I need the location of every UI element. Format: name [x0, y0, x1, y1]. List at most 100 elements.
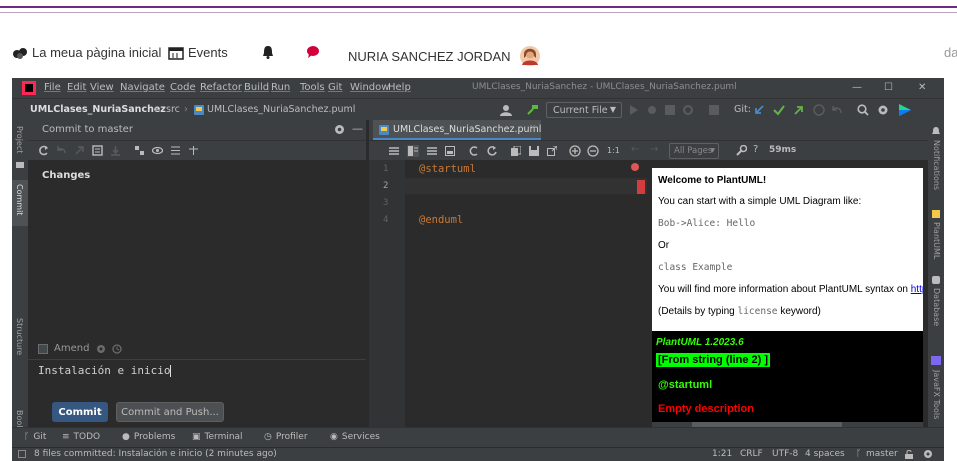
split-layout-icon[interactable]	[407, 145, 419, 157]
git-commit-check-icon[interactable]	[773, 104, 785, 116]
amend-checkbox[interactable]	[38, 344, 48, 354]
copy-diagram-icon[interactable]	[511, 146, 521, 156]
collapse-all-icon[interactable]	[188, 145, 199, 156]
show-diff-icon[interactable]	[92, 145, 103, 156]
expand-all-icon[interactable]	[170, 145, 181, 156]
view-options-eye-icon[interactable]	[152, 145, 163, 156]
indent-setting[interactable]: 4 spaces	[805, 449, 845, 459]
hide-panel-icon[interactable]: —	[352, 122, 363, 135]
horizontal-layout-icon[interactable]	[427, 146, 437, 156]
status-message[interactable]: 8 files committed: Instalación e inicio …	[34, 449, 277, 459]
code-area[interactable]: @startuml @enduml	[405, 160, 647, 427]
minimize-button[interactable]: —	[852, 82, 862, 93]
menu-file[interactable]: File	[44, 82, 61, 93]
menu-help[interactable]: Help	[388, 82, 411, 93]
inspection-icon[interactable]	[922, 449, 934, 460]
notifications-button[interactable]	[262, 45, 274, 59]
gear-icon[interactable]	[877, 104, 889, 116]
structure-tab[interactable]: Structure	[15, 318, 24, 355]
shelve-icon[interactable]	[110, 145, 121, 156]
menu-run[interactable]: Run	[271, 82, 290, 93]
tool-window-todo[interactable]: ≡ TODO	[62, 432, 100, 442]
events-link[interactable]: Events	[168, 45, 228, 60]
rollback-icon[interactable]	[831, 104, 843, 116]
stop-icon[interactable]	[709, 105, 719, 115]
search-icon[interactable]	[857, 104, 869, 116]
zoom-out-icon[interactable]	[587, 145, 599, 157]
tool-window-profiler[interactable]: ◷ Profiler	[264, 432, 308, 442]
notifications-tab[interactable]: Notifications	[932, 140, 941, 190]
menu-git[interactable]: Git	[328, 82, 342, 93]
git-push-icon[interactable]	[793, 104, 805, 116]
debug-icon[interactable]	[647, 105, 657, 115]
breadcrumb-file[interactable]: UMLClases_NuriaSanchez.puml	[207, 104, 355, 115]
refresh-icon[interactable]	[38, 145, 49, 156]
error-stripe-marker[interactable]	[637, 180, 645, 194]
rollback-icon[interactable]	[56, 145, 67, 156]
menu-view[interactable]: View	[90, 82, 114, 93]
close-button[interactable]: ✕	[918, 82, 926, 93]
breadcrumb-project[interactable]: UMLClases_NuriaSanchez	[30, 104, 166, 115]
menu-tools[interactable]: Tools	[300, 82, 325, 93]
menu-edit[interactable]: Edit	[67, 82, 86, 93]
save-diagram-icon[interactable]	[529, 146, 539, 156]
tool-window-services[interactable]: ◉ Services	[330, 432, 380, 442]
editor-only-layout-icon[interactable]	[389, 146, 399, 156]
project-tab[interactable]: Project	[15, 126, 24, 153]
bell-icon[interactable]	[931, 126, 941, 136]
menu-refactor[interactable]: Refactor	[200, 82, 242, 93]
refresh-icon[interactable]	[487, 146, 497, 156]
status-toggle-icon[interactable]	[18, 450, 26, 458]
line-separator[interactable]: CRLF	[740, 449, 763, 459]
history-clock-icon[interactable]	[112, 344, 122, 354]
messages-button[interactable]	[306, 45, 320, 59]
changes-node[interactable]: Changes	[28, 170, 366, 184]
help-icon[interactable]: ?	[753, 144, 758, 155]
run-icon[interactable]	[629, 105, 639, 115]
file-encoding[interactable]: UTF-8	[772, 449, 798, 459]
commit-and-push-button[interactable]: Commit and Push...	[116, 402, 224, 422]
menu-code[interactable]: Code	[170, 82, 196, 93]
diff-arrow-icon[interactable]	[74, 145, 85, 156]
user-icon[interactable]	[500, 104, 512, 116]
preview-only-layout-icon[interactable]	[445, 146, 455, 156]
user-menu[interactable]: NURIA SANCHEZ JORDAN	[348, 45, 541, 67]
next-page-icon[interactable]: →	[650, 144, 658, 155]
external-editor-icon[interactable]	[547, 146, 557, 156]
history-clock-icon[interactable]	[813, 104, 825, 116]
coverage-icon[interactable]	[665, 105, 675, 115]
git-update-icon[interactable]	[753, 104, 765, 116]
javafx-tools-tab[interactable]: JavaFX Tools	[932, 370, 941, 419]
menu-window[interactable]: Window	[350, 82, 389, 93]
commit-button[interactable]: Commit	[52, 402, 108, 422]
zoom-in-icon[interactable]	[569, 145, 581, 157]
copy-current-icon[interactable]	[469, 146, 479, 156]
tool-window-git[interactable]: ᚴ Git	[24, 432, 46, 442]
tool-window-terminal[interactable]: ▣ Terminal	[192, 432, 243, 442]
lock-icon[interactable]	[904, 450, 914, 459]
home-link[interactable]: La meua pàgina inicial	[12, 45, 161, 60]
error-indicator-icon[interactable]	[631, 163, 639, 171]
jetbrains-toolbox-icon[interactable]	[898, 103, 912, 117]
menu-navigate[interactable]: Navigate	[120, 82, 165, 93]
close-tab-icon[interactable]: ×	[529, 123, 537, 133]
gear-icon[interactable]	[334, 124, 345, 135]
maximize-button[interactable]: ☐	[884, 82, 893, 93]
git-branch[interactable]: master	[866, 449, 898, 459]
database-tab[interactable]: Database	[932, 288, 941, 326]
syntax-link[interactable]: http	[911, 284, 923, 295]
menu-build[interactable]: Build	[244, 82, 269, 93]
tool-window-problems[interactable]: ● Problems	[122, 432, 175, 442]
gear-icon[interactable]	[96, 344, 106, 354]
build-hammer-icon[interactable]	[526, 104, 538, 116]
editor-tab[interactable]: UMLClases_NuriaSanchez.puml ×	[373, 120, 541, 140]
plantuml-tab[interactable]: PlantUML	[932, 222, 941, 259]
breadcrumb-folder[interactable]: src	[166, 104, 180, 115]
run-config-dropdown[interactable]: Current File ▼	[546, 102, 622, 118]
page-selector-dropdown[interactable]: All Pages ▼	[669, 143, 719, 159]
wrench-settings-icon[interactable]	[735, 145, 747, 157]
profile-icon[interactable]	[683, 105, 693, 115]
actual-size-button[interactable]: 1:1	[607, 146, 620, 155]
prev-page-icon[interactable]: ←	[631, 144, 639, 155]
commit-tab-active[interactable]: Commit	[12, 180, 28, 226]
